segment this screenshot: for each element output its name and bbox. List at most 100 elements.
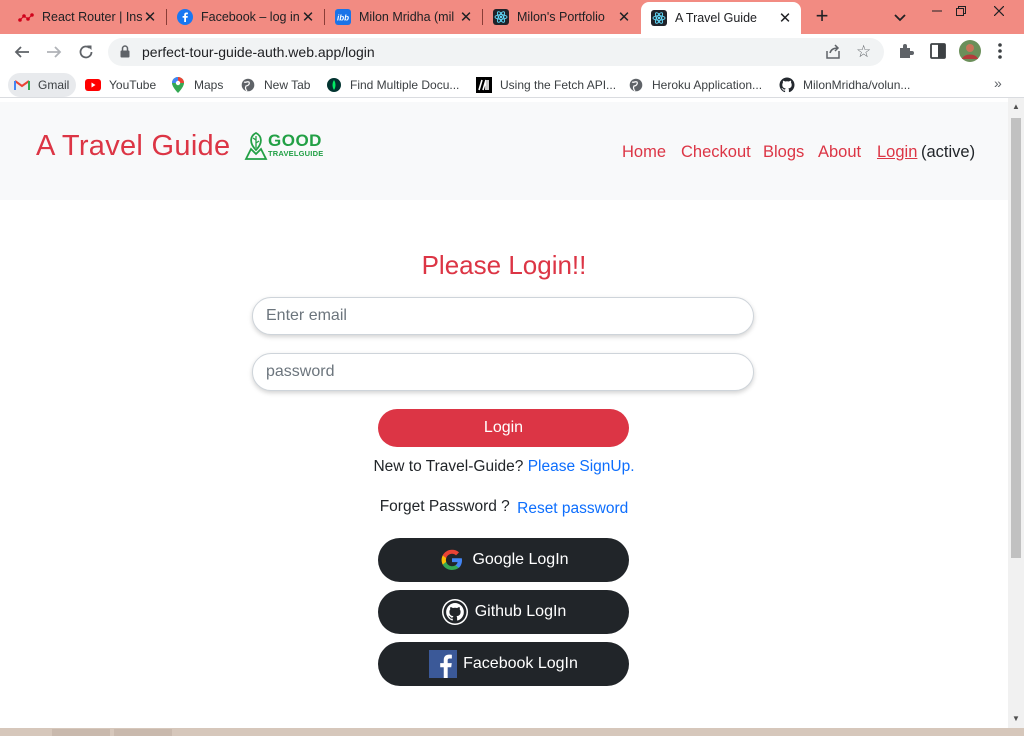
- google-login-button[interactable]: Google LogIn: [378, 538, 629, 582]
- github-icon: [779, 77, 795, 93]
- tab-title: Milon's Portfolio: [517, 10, 605, 24]
- tab-title: Facebook – log in: [201, 10, 300, 24]
- mongodb-icon: [326, 77, 342, 93]
- forget-password-prompt: Forget Password ?: [379, 498, 510, 515]
- avatar[interactable]: [959, 40, 981, 67]
- tab-title: Milon Mridha (mil: [359, 10, 455, 24]
- scroll-up-arrow-icon[interactable]: ▲: [1012, 102, 1020, 111]
- tab-title: React Router | Ins: [42, 10, 142, 24]
- login-button[interactable]: Login: [378, 409, 629, 447]
- google-icon: [438, 546, 466, 574]
- bookmark-new-tab[interactable]: New Tab: [240, 73, 310, 97]
- facebook-login-label: Facebook LogIn: [463, 655, 578, 672]
- close-icon[interactable]: ✕: [142, 8, 158, 26]
- bookmark-github[interactable]: MilonMridha/volun...: [779, 73, 910, 97]
- close-icon[interactable]: ✕: [777, 9, 793, 27]
- close-window-button[interactable]: [984, 0, 1014, 24]
- signup-prompt: New to Travel-Guide?: [373, 458, 524, 475]
- bookmark-mdn[interactable]: Using the Fetch API...: [476, 73, 616, 97]
- reload-button[interactable]: [74, 40, 98, 64]
- bookmark-label: Gmail: [38, 78, 70, 92]
- globe-icon: [628, 77, 644, 93]
- tab-imgbb[interactable]: ibb Milon Mridha (mil ✕: [325, 0, 482, 34]
- leaf-map-icon: [244, 132, 268, 160]
- side-panel-icon[interactable]: [929, 42, 947, 65]
- maps-icon: [170, 77, 186, 93]
- tab-facebook[interactable]: Facebook – log in ✕: [167, 0, 324, 34]
- facebook-login-button[interactable]: Facebook LogIn: [378, 642, 629, 686]
- email-field[interactable]: [252, 297, 754, 335]
- reload-icon: [79, 45, 93, 59]
- arrow-right-icon: [47, 46, 62, 58]
- tab-title: A Travel Guide: [675, 11, 757, 25]
- bookmark-heroku[interactable]: Heroku Application...: [628, 73, 762, 97]
- bookmark-label: YouTube: [109, 78, 157, 92]
- lock-icon: [120, 45, 130, 63]
- nav-about[interactable]: About: [818, 143, 861, 162]
- github-icon: [441, 598, 469, 626]
- bookmark-label: Find Multiple Docu...: [350, 78, 460, 92]
- bookmark-label: MilonMridha/volun...: [803, 78, 911, 92]
- bookmark-maps[interactable]: Maps: [170, 73, 223, 97]
- gmail-icon: [14, 77, 30, 93]
- bookmark-label: Maps: [194, 78, 224, 92]
- nav-checkout[interactable]: Checkout: [681, 143, 751, 162]
- reset-password-link[interactable]: Reset password: [517, 500, 628, 517]
- close-icon[interactable]: ✕: [458, 8, 474, 26]
- tab-react-router[interactable]: React Router | Ins ✕: [0, 0, 166, 34]
- signup-line: New to Travel-Guide? Please SignUp.: [0, 458, 1008, 476]
- back-button[interactable]: [10, 40, 34, 64]
- react-icon: [493, 9, 509, 25]
- chevron-down-icon: [894, 14, 906, 22]
- tab-portfolio[interactable]: Milon's Portfolio ✕: [483, 0, 640, 34]
- bookmark-youtube[interactable]: YouTube: [85, 73, 156, 97]
- github-login-label: Github LogIn: [474, 603, 567, 620]
- bookmark-star-icon[interactable]: ☆: [856, 42, 871, 62]
- site-navbar: A Travel Guide GOOD TRAVELGUIDE Home Che…: [0, 102, 1008, 200]
- login-title: Please Login!!: [421, 250, 587, 280]
- github-login-button[interactable]: Github LogIn: [378, 590, 629, 634]
- google-login-label: Google LogIn: [472, 551, 569, 568]
- browser-toolbar: perfect-tour-guide-auth.web.app/login ☆: [0, 34, 1024, 70]
- site-logo: GOOD TRAVELGUIDE: [244, 131, 324, 162]
- tab-travel-guide[interactable]: A Travel Guide ✕: [641, 2, 801, 34]
- scroll-down-arrow-icon[interactable]: ▼: [1012, 714, 1020, 723]
- react-icon: [651, 10, 667, 26]
- close-icon[interactable]: ✕: [616, 8, 632, 26]
- password-field[interactable]: [252, 353, 754, 391]
- restore-icon: [956, 6, 966, 16]
- imgbb-icon: ibb: [335, 9, 351, 25]
- address-bar[interactable]: perfect-tour-guide-auth.web.app/login ☆: [108, 38, 884, 66]
- tab-search-button[interactable]: [890, 8, 910, 28]
- bookmarks-overflow-button[interactable]: »: [994, 75, 1002, 91]
- brand-title[interactable]: A Travel Guide: [36, 130, 230, 163]
- bookmark-label: Heroku Application...: [652, 78, 763, 92]
- close-icon[interactable]: ✕: [300, 8, 316, 26]
- nav-home[interactable]: Home: [622, 143, 666, 162]
- taskbar-item[interactable]: [52, 729, 110, 736]
- bookmarks-bar: Gmail YouTube Maps New Tab Find Multiple…: [0, 70, 1024, 98]
- bookmark-mongodb[interactable]: Find Multiple Docu...: [326, 73, 459, 97]
- facebook-icon: [429, 650, 458, 678]
- logo-subtitle: TRAVELGUIDE: [268, 149, 324, 158]
- page-scrollbar[interactable]: ▲ ▼: [1008, 98, 1024, 728]
- facebook-icon: [177, 9, 193, 25]
- nav-active-indicator: (active): [921, 143, 976, 161]
- os-taskbar: [0, 728, 1024, 736]
- nav-blogs[interactable]: Blogs: [763, 143, 804, 162]
- signup-link[interactable]: Please SignUp.: [528, 458, 635, 475]
- more-menu-icon[interactable]: [997, 42, 1003, 65]
- restore-button[interactable]: [946, 0, 976, 24]
- taskbar-item[interactable]: [114, 729, 172, 736]
- extensions-icon[interactable]: [897, 42, 915, 65]
- nav-login[interactable]: Login: [877, 143, 917, 162]
- new-tab-button[interactable]: +: [810, 5, 834, 29]
- svg-text:ibb: ibb: [337, 14, 349, 23]
- bookmark-gmail[interactable]: Gmail: [8, 73, 77, 97]
- react-router-icon: [18, 9, 34, 25]
- logo-word: GOOD: [268, 131, 322, 150]
- globe-icon: [240, 77, 256, 93]
- scrollbar-thumb[interactable]: [1011, 118, 1021, 558]
- forward-button[interactable]: [42, 40, 66, 64]
- share-icon[interactable]: [824, 43, 842, 66]
